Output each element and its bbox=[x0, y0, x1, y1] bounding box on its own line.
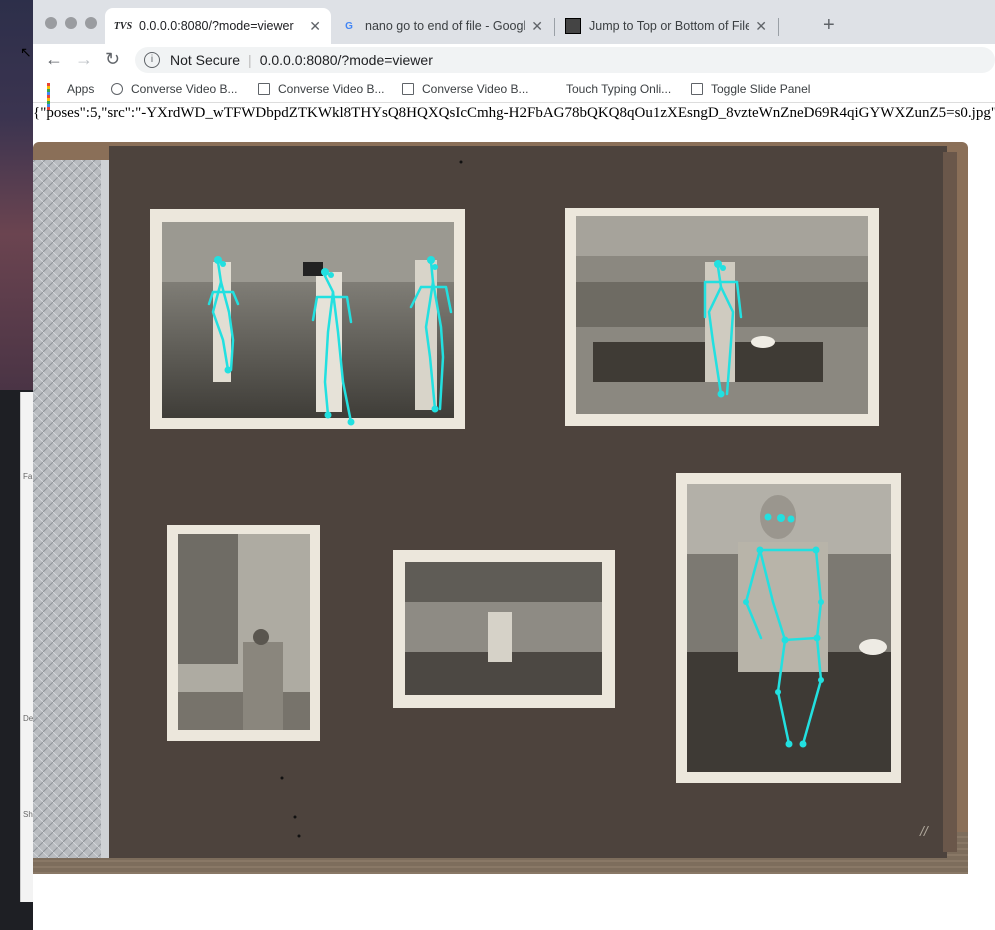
document-icon bbox=[691, 83, 703, 95]
bookmark-label: Touch Typing Onli... bbox=[566, 82, 672, 96]
bookmark-toggle-slide[interactable]: Toggle Slide Panel bbox=[691, 82, 810, 96]
bookmark-label: Converse Video B... bbox=[422, 82, 529, 96]
back-arrow-icon[interactable]: ← bbox=[45, 49, 63, 70]
tab-viewer[interactable]: TVS 0.0.0.0:8080/?mode=viewer ✕ bbox=[105, 8, 331, 44]
apps-grid-icon bbox=[47, 83, 59, 110]
close-tab-icon[interactable]: ✕ bbox=[531, 18, 543, 35]
photo-steps-seated-man bbox=[393, 550, 615, 708]
tab-title: 0.0.0.0:8080/?mode=viewer bbox=[139, 19, 294, 33]
background-app-panel: Fa De Sh bbox=[20, 392, 34, 902]
url-text: 0.0.0.0:8080/?mode=viewer bbox=[259, 52, 433, 68]
circle-icon bbox=[111, 83, 123, 95]
bookmark-label: Converse Video B... bbox=[131, 82, 238, 96]
minimize-window-button[interactable] bbox=[65, 17, 77, 29]
tab-google-search[interactable]: G nano go to end of file - Google ✕ bbox=[331, 8, 553, 44]
bookmark-apps[interactable]: Apps bbox=[47, 82, 95, 110]
tab-strip: TVS 0.0.0.0:8080/?mode=viewer ✕ G nano g… bbox=[33, 0, 995, 44]
close-window-button[interactable] bbox=[45, 17, 57, 29]
photo-pavilion-man bbox=[167, 525, 320, 741]
reload-icon[interactable]: ↻ bbox=[105, 49, 120, 70]
security-label: Not Secure bbox=[170, 52, 241, 68]
bookmark-label: Apps bbox=[67, 82, 95, 96]
bookmark-converse-3[interactable]: Converse Video B... bbox=[402, 82, 529, 96]
google-favicon-icon: G bbox=[345, 20, 353, 32]
tab-jump-to-top[interactable]: Jump to Top or Bottom of File ✕ bbox=[555, 8, 777, 44]
forward-arrow-icon[interactable]: → bbox=[75, 49, 93, 70]
tab-separator bbox=[778, 18, 779, 36]
address-bar[interactable]: i Not Secure | 0.0.0.0:8080/?mode=viewer bbox=[135, 47, 995, 73]
tvs-favicon-icon: TVS bbox=[113, 20, 133, 32]
pixel-favicon-icon bbox=[565, 18, 581, 34]
desktop-background: Fa De Sh ↖ bbox=[0, 0, 34, 930]
close-tab-icon[interactable]: ✕ bbox=[755, 18, 767, 35]
photo-album-page[interactable]: // bbox=[33, 132, 971, 892]
close-tab-icon[interactable]: ✕ bbox=[309, 18, 321, 35]
document-icon bbox=[402, 83, 414, 95]
bookmark-touch-typing[interactable]: Touch Typing Onli... bbox=[566, 82, 671, 96]
zoom-window-button[interactable] bbox=[85, 17, 97, 29]
bookmark-converse-2[interactable]: Converse Video B... bbox=[258, 82, 385, 96]
mouse-cursor-icon: ↖ bbox=[20, 44, 32, 60]
bookmark-converse-1[interactable]: Converse Video B... bbox=[111, 82, 238, 96]
bookmarks-bar: Apps Converse Video B... Converse Video … bbox=[33, 76, 995, 110]
tab-title: Jump to Top or Bottom of File bbox=[589, 19, 750, 33]
document-icon bbox=[258, 83, 270, 95]
bookmark-label: Toggle Slide Panel bbox=[711, 82, 811, 96]
json-output-text: {"poses":5,"src":"-YXrdWD_wTFWDbpdZTKWkl… bbox=[33, 105, 995, 121]
address-divider: | bbox=[248, 52, 252, 68]
photo-field-three-men bbox=[150, 209, 465, 429]
info-icon[interactable]: i bbox=[144, 52, 160, 68]
tab-title: nano go to end of file - Google bbox=[365, 19, 526, 33]
bookmark-label: Converse Video B... bbox=[278, 82, 385, 96]
navigation-toolbar: ← → ↻ i Not Secure | 0.0.0.0:8080/?mode=… bbox=[33, 44, 995, 76]
new-tab-button[interactable]: + bbox=[823, 14, 835, 37]
page-blank-area bbox=[33, 892, 995, 930]
